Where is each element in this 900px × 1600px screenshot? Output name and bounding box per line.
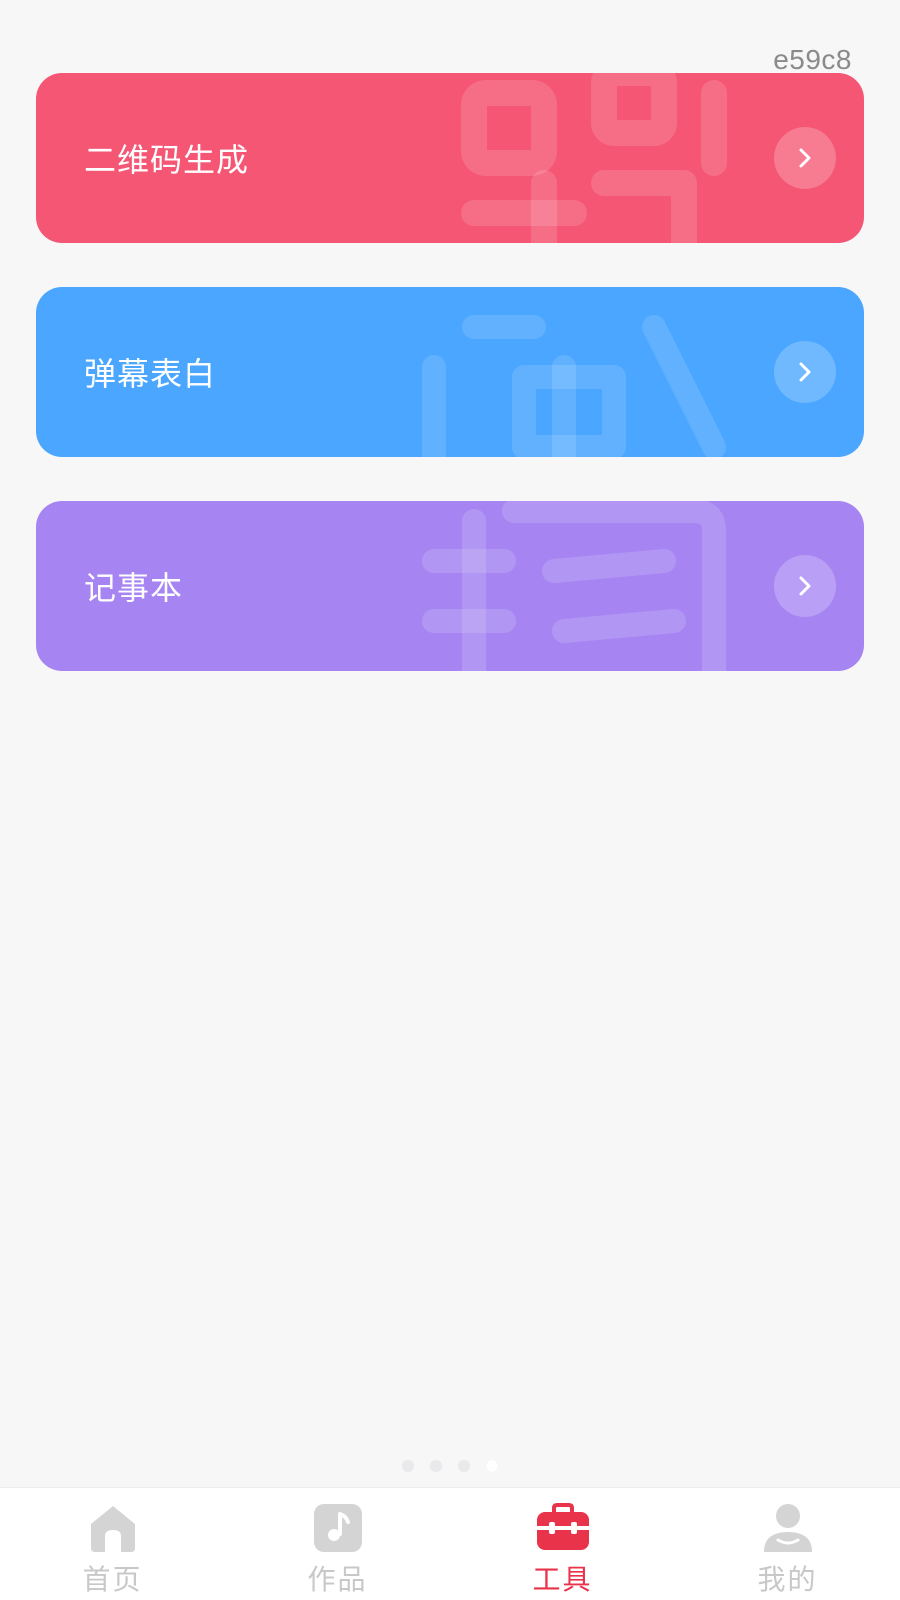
home-icon	[90, 1506, 135, 1552]
page-dot	[430, 1460, 442, 1472]
page-indicator	[0, 1460, 900, 1474]
card-notepad[interactable]: 记事本	[36, 501, 864, 671]
card-title: 记事本	[84, 569, 184, 607]
music-note-icon	[313, 1504, 362, 1552]
page-dot	[458, 1460, 470, 1472]
tab-works[interactable]: 作品	[225, 1488, 450, 1600]
toolbox-icon	[536, 1503, 589, 1550]
bottom-tab-bar: 首页 作品 工具 我的	[0, 1487, 900, 1600]
user-icon	[763, 1504, 812, 1552]
card-danmaku-confession[interactable]: 弹幕表白	[36, 287, 864, 457]
notepad-decoration-icon	[422, 501, 726, 671]
card-title: 二维码生成	[84, 141, 250, 179]
tab-tools[interactable]: 工具	[450, 1488, 675, 1600]
qr-decoration-icon	[461, 73, 727, 243]
tab-label: 我的	[757, 1563, 818, 1596]
tab-label: 工具	[532, 1563, 593, 1596]
tab-home[interactable]: 首页	[0, 1488, 225, 1600]
page-dot	[402, 1460, 414, 1472]
tab-mine[interactable]: 我的	[675, 1488, 900, 1600]
page-dot-active	[486, 1460, 498, 1472]
card-title: 弹幕表白	[84, 355, 217, 393]
tab-label: 作品	[307, 1563, 368, 1596]
chevron-right-icon[interactable]	[774, 555, 836, 617]
chevron-right-icon[interactable]	[774, 127, 836, 189]
danmaku-decoration-icon	[422, 315, 726, 457]
chevron-right-icon[interactable]	[774, 341, 836, 403]
card-qr-generator[interactable]: 二维码生成	[36, 73, 864, 243]
corner-tag: e59c8	[773, 44, 852, 75]
tab-label: 首页	[82, 1563, 143, 1596]
